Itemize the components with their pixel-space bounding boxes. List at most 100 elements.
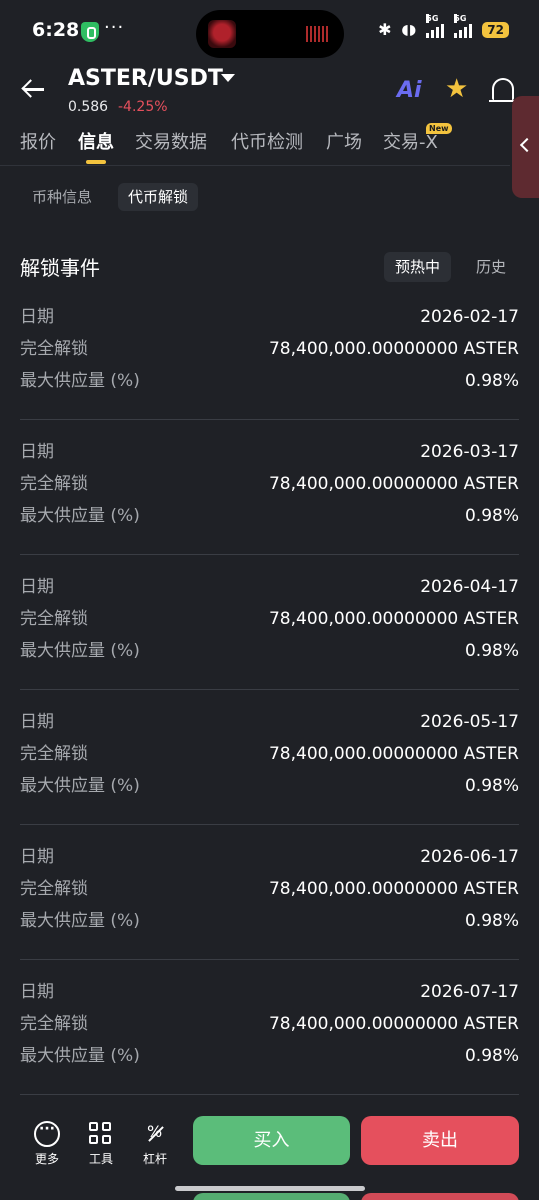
event-date-value: 2026-06-17	[420, 847, 519, 867]
main-tabs: 报价 信息 交易数据 代币检测 广场 交易-X New	[0, 123, 510, 166]
event-divider	[20, 689, 519, 690]
event-max-supply-pct-row: 最大供应量 (%) 0.98%	[20, 367, 519, 395]
leverage-icon	[142, 1121, 168, 1147]
event-divider	[20, 824, 519, 825]
bluetooth-icon: ✱	[378, 20, 392, 39]
tab-token-check[interactable]: 代币检测	[231, 128, 303, 154]
event-max-supply-pct-value: 0.98%	[464, 911, 519, 931]
side-panel-handle[interactable]	[512, 96, 539, 198]
event-unlock-amount-value: 78,400,000.00000000 ASTER	[268, 474, 519, 494]
event-unlock-amount-value: 78,400,000.00000000 ASTER	[268, 339, 519, 359]
bottom-action-bar: 更多 工具 杠杆 买入 卖出	[0, 1095, 539, 1200]
pair-title[interactable]: ASTER/USDT	[68, 66, 223, 91]
event-unlock-amount-value: 78,400,000.00000000 ASTER	[268, 1014, 519, 1034]
vpn-shield-icon	[81, 22, 99, 42]
subtab-coin-info[interactable]: 币种信息	[22, 183, 102, 211]
buy-button[interactable]: 买入	[193, 1116, 350, 1165]
event-max-supply-pct-row: 最大供应量 (%) 0.98%	[20, 502, 519, 530]
tab-square[interactable]: 广场	[326, 128, 362, 154]
event-unlock-amount-row: 完全解锁 78,400,000.00000000 ASTER	[20, 1010, 519, 1038]
event-unlock-amount-label: 完全解锁	[20, 339, 88, 359]
event-divider	[20, 419, 519, 420]
event-date-label: 日期	[20, 847, 54, 867]
favorite-star-icon[interactable]: ★	[445, 74, 468, 104]
buy-button-shadow	[193, 1193, 350, 1200]
subtab-token-unlock[interactable]: 代币解锁	[118, 183, 199, 211]
event-date-row: 日期 2026-05-17	[20, 708, 519, 736]
tab-trading-data[interactable]: 交易数据	[135, 128, 207, 154]
system-icons: ✱ ◖◗ 5G 5G 72	[378, 13, 509, 39]
home-indicator[interactable]	[175, 1186, 365, 1191]
event-max-supply-pct-value: 0.98%	[464, 641, 519, 661]
tab-quote[interactable]: 报价	[20, 128, 56, 154]
audio-wave-icon	[306, 26, 328, 42]
section-title: 解锁事件	[20, 256, 100, 280]
event-max-supply-pct-value: 0.98%	[464, 371, 519, 391]
event-max-supply-pct-row: 最大供应量 (%) 0.98%	[20, 637, 519, 665]
event-max-supply-pct-label: 最大供应量 (%)	[20, 1046, 140, 1066]
event-max-supply-pct-label: 最大供应量 (%)	[20, 911, 140, 931]
price-change: -4.25%	[118, 99, 168, 115]
tabs-divider	[0, 165, 510, 166]
event-max-supply-pct-value: 0.98%	[464, 776, 519, 796]
event-date-row: 日期 2026-07-17	[20, 978, 519, 1006]
leverage-button[interactable]: 杠杆	[135, 1121, 175, 1167]
event-max-supply-pct-value: 0.98%	[464, 506, 519, 526]
event-date-value: 2026-04-17	[420, 577, 519, 597]
unlock-event: 日期 2026-03-17 完全解锁 78,400,000.00000000 ASTE…	[20, 435, 519, 555]
event-date-row: 日期 2026-03-17	[20, 438, 519, 466]
status-more-icon: ···	[104, 17, 125, 38]
earbuds-icon: ◖◗	[401, 21, 417, 38]
event-divider	[20, 554, 519, 555]
event-unlock-amount-label: 完全解锁	[20, 1014, 88, 1034]
event-max-supply-pct-value: 0.98%	[464, 1046, 519, 1066]
event-unlock-amount-row: 完全解锁 78,400,000.00000000 ASTER	[20, 740, 519, 768]
dynamic-island[interactable]	[196, 10, 344, 58]
album-art-icon	[208, 20, 236, 48]
tools-button[interactable]: 工具	[81, 1121, 121, 1167]
status-time: 6:28	[32, 19, 80, 41]
event-unlock-amount-value: 78,400,000.00000000 ASTER	[268, 744, 519, 764]
signal-icon-2: 5G	[454, 13, 473, 38]
event-unlock-amount-row: 完全解锁 78,400,000.00000000 ASTER	[20, 605, 519, 633]
event-divider	[20, 959, 519, 960]
bell-icon[interactable]	[489, 78, 517, 102]
last-price: 0.586	[68, 99, 109, 115]
filter-history[interactable]: 历史	[465, 252, 517, 282]
unlock-event: 日期 2026-06-17 完全解锁 78,400,000.00000000 ASTE…	[20, 840, 519, 960]
unlock-event: 日期 2026-04-17 完全解锁 78,400,000.00000000 ASTE…	[20, 570, 519, 690]
chevron-down-icon[interactable]	[221, 74, 235, 82]
new-badge: New	[426, 123, 452, 134]
tab-info[interactable]: 信息	[78, 128, 114, 154]
ai-icon[interactable]: Ai	[397, 78, 422, 103]
grid-tools-icon	[88, 1121, 114, 1147]
event-date-row: 日期 2026-02-17	[20, 303, 519, 331]
event-date-label: 日期	[20, 442, 54, 462]
unlock-event: 日期 2026-02-17 完全解锁 78,400,000.00000000 ASTE…	[20, 300, 519, 420]
active-tab-indicator	[86, 160, 106, 164]
event-date-row: 日期 2026-06-17	[20, 843, 519, 871]
event-date-label: 日期	[20, 577, 54, 597]
event-date-value: 2026-07-17	[420, 982, 519, 1002]
event-date-label: 日期	[20, 307, 54, 327]
event-date-value: 2026-03-17	[420, 442, 519, 462]
filter-upcoming[interactable]: 预热中	[384, 252, 452, 282]
event-date-label: 日期	[20, 712, 54, 732]
event-unlock-amount-label: 完全解锁	[20, 744, 88, 764]
event-unlock-amount-value: 78,400,000.00000000 ASTER	[268, 879, 519, 899]
event-unlock-amount-label: 完全解锁	[20, 879, 88, 899]
event-unlock-amount-row: 完全解锁 78,400,000.00000000 ASTER	[20, 335, 519, 363]
unlock-event: 日期 2026-05-17 完全解锁 78,400,000.00000000 ASTE…	[20, 705, 519, 825]
event-max-supply-pct-label: 最大供应量 (%)	[20, 371, 140, 391]
event-unlock-amount-row: 完全解锁 78,400,000.00000000 ASTER	[20, 470, 519, 498]
event-date-label: 日期	[20, 982, 54, 1002]
signal-icon: 5G	[426, 13, 445, 38]
event-date-value: 2026-02-17	[420, 307, 519, 327]
sell-button[interactable]: 卖出	[361, 1116, 519, 1165]
event-unlock-amount-label: 完全解锁	[20, 609, 88, 629]
event-max-supply-pct-row: 最大供应量 (%) 0.98%	[20, 772, 519, 800]
back-arrow-icon[interactable]	[20, 74, 50, 104]
event-unlock-amount-label: 完全解锁	[20, 474, 88, 494]
event-max-supply-pct-label: 最大供应量 (%)	[20, 776, 140, 796]
more-button[interactable]: 更多	[27, 1121, 67, 1167]
